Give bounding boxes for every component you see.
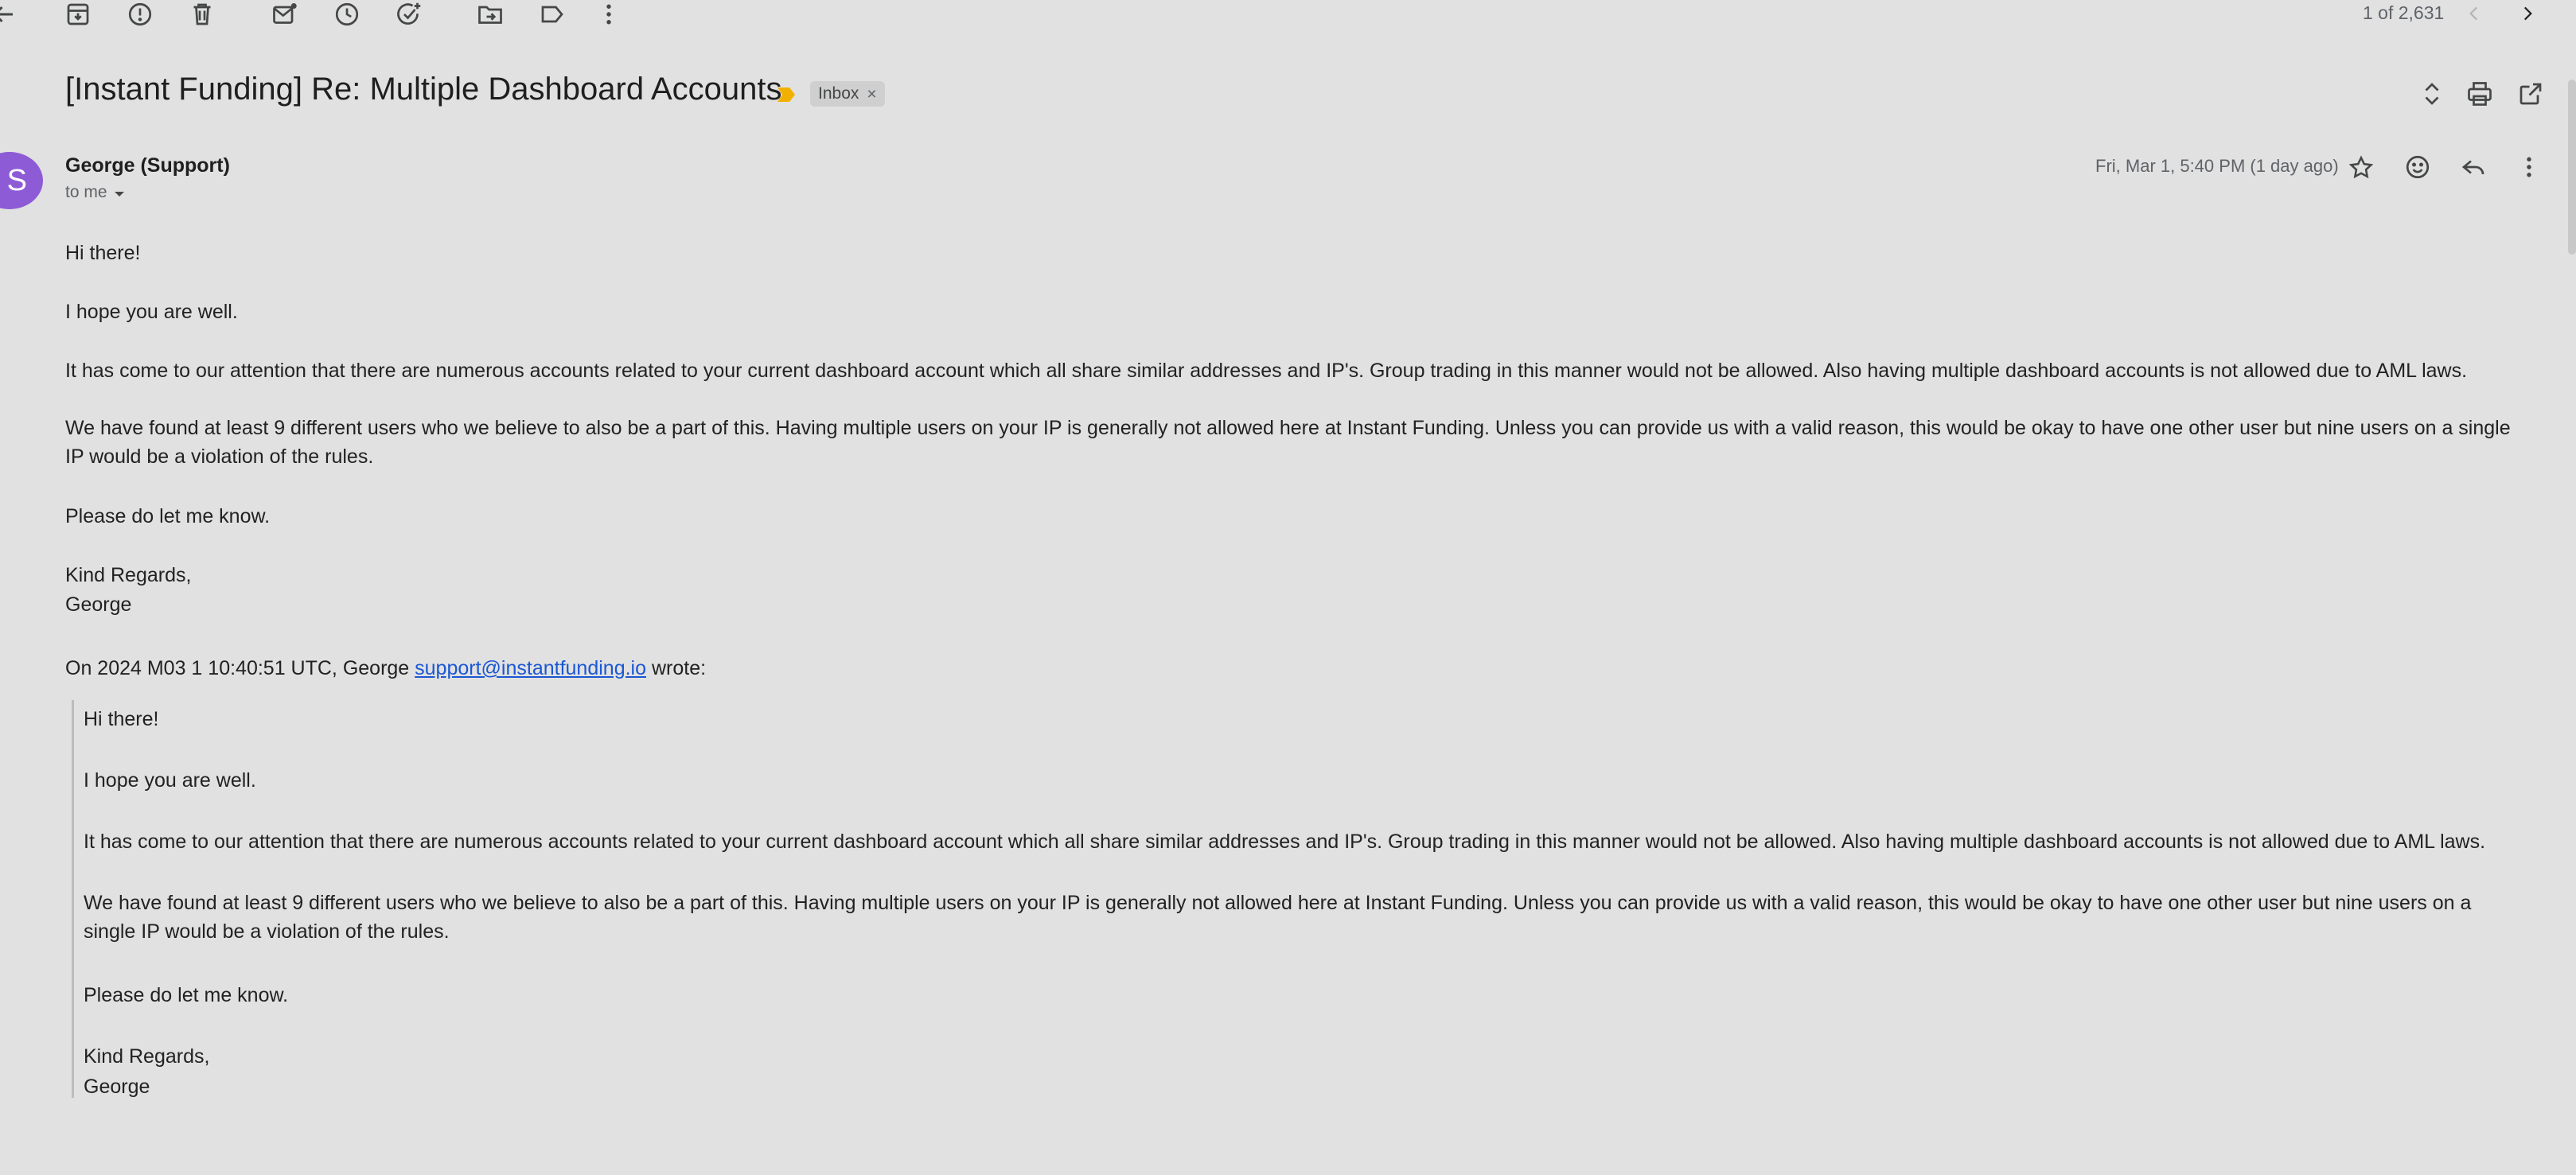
body-paragraph-2: We have found at least 9 different users… xyxy=(65,417,2511,468)
quote-signoff: Kind Regards, xyxy=(84,1045,210,1068)
sender-avatar[interactable]: S xyxy=(0,152,43,209)
body-signoff: Kind Regards, xyxy=(65,564,192,586)
print-icon[interactable] xyxy=(2465,80,2494,108)
newer-chevron-icon[interactable] xyxy=(2464,3,2484,24)
snooze-icon[interactable] xyxy=(333,0,361,29)
message-date: Fri, Mar 1, 5:40 PM (1 day ago) xyxy=(2095,156,2339,176)
quote-signature: George xyxy=(84,1076,150,1098)
quote-bar xyxy=(72,700,74,1098)
back-arrow-icon[interactable] xyxy=(0,0,18,29)
quote-intro-prefix: On 2024 M03 1 10:40:51 UTC, George xyxy=(65,657,415,679)
support-email-link[interactable]: support@instantfunding.io xyxy=(415,657,646,679)
open-in-new-window-icon[interactable] xyxy=(2516,80,2545,108)
star-icon[interactable] xyxy=(2348,154,2375,181)
older-chevron-icon[interactable] xyxy=(2517,3,2538,24)
archive-icon[interactable] xyxy=(64,0,92,29)
add-reaction-icon[interactable] xyxy=(2403,153,2432,181)
quote-attribution: On 2024 M03 1 10:40:51 UTC, George suppo… xyxy=(65,654,2532,683)
remove-label-icon[interactable]: × xyxy=(867,86,876,103)
label-chip-text: Inbox xyxy=(818,84,859,103)
body-greeting: Hi there! xyxy=(65,242,141,264)
label-chip-inbox[interactable]: Inbox × xyxy=(810,81,885,107)
more-vert-icon[interactable] xyxy=(594,0,623,29)
reply-icon[interactable] xyxy=(2459,153,2488,181)
body-signature: George xyxy=(65,593,132,616)
email-subject: [Instant Funding] Re: Multiple Dashboard… xyxy=(65,72,782,107)
body-paragraph-1: It has come to our attention that there … xyxy=(65,360,2468,382)
report-spam-icon[interactable] xyxy=(126,0,154,29)
quote-intro-suffix: wrote: xyxy=(646,657,707,679)
message-more-icon[interactable] xyxy=(2515,153,2543,181)
body-hope: I hope you are well. xyxy=(65,301,238,323)
email-view: 1 of 2,631 [Instant Funding] Re: Multipl… xyxy=(0,0,2576,1175)
quote-paragraph-1: It has come to our attention that there … xyxy=(84,831,2486,853)
expand-all-icon[interactable] xyxy=(2418,80,2446,108)
importance-marker-icon[interactable] xyxy=(776,86,797,103)
quote-greeting: Hi there! xyxy=(84,708,159,730)
body-paragraph-3: Please do let me know. xyxy=(65,505,271,527)
quote-paragraph-3: Please do let me know. xyxy=(84,984,289,1006)
sender-name[interactable]: George (Support) xyxy=(65,154,230,177)
recipient-summary: to me xyxy=(65,183,107,201)
message-counter: 1 of 2,631 xyxy=(2363,2,2445,23)
scrollbar[interactable] xyxy=(2568,80,2576,255)
move-to-icon[interactable] xyxy=(476,0,505,29)
quote-hope: I hope you are well. xyxy=(84,769,256,792)
add-to-tasks-icon[interactable] xyxy=(395,0,423,29)
quote-paragraph-2: We have found at least 9 different users… xyxy=(84,892,2472,943)
show-details-caret-icon[interactable] xyxy=(112,189,127,199)
delete-icon[interactable] xyxy=(188,0,216,29)
mark-unread-icon[interactable] xyxy=(271,0,299,29)
label-icon[interactable] xyxy=(538,0,567,29)
